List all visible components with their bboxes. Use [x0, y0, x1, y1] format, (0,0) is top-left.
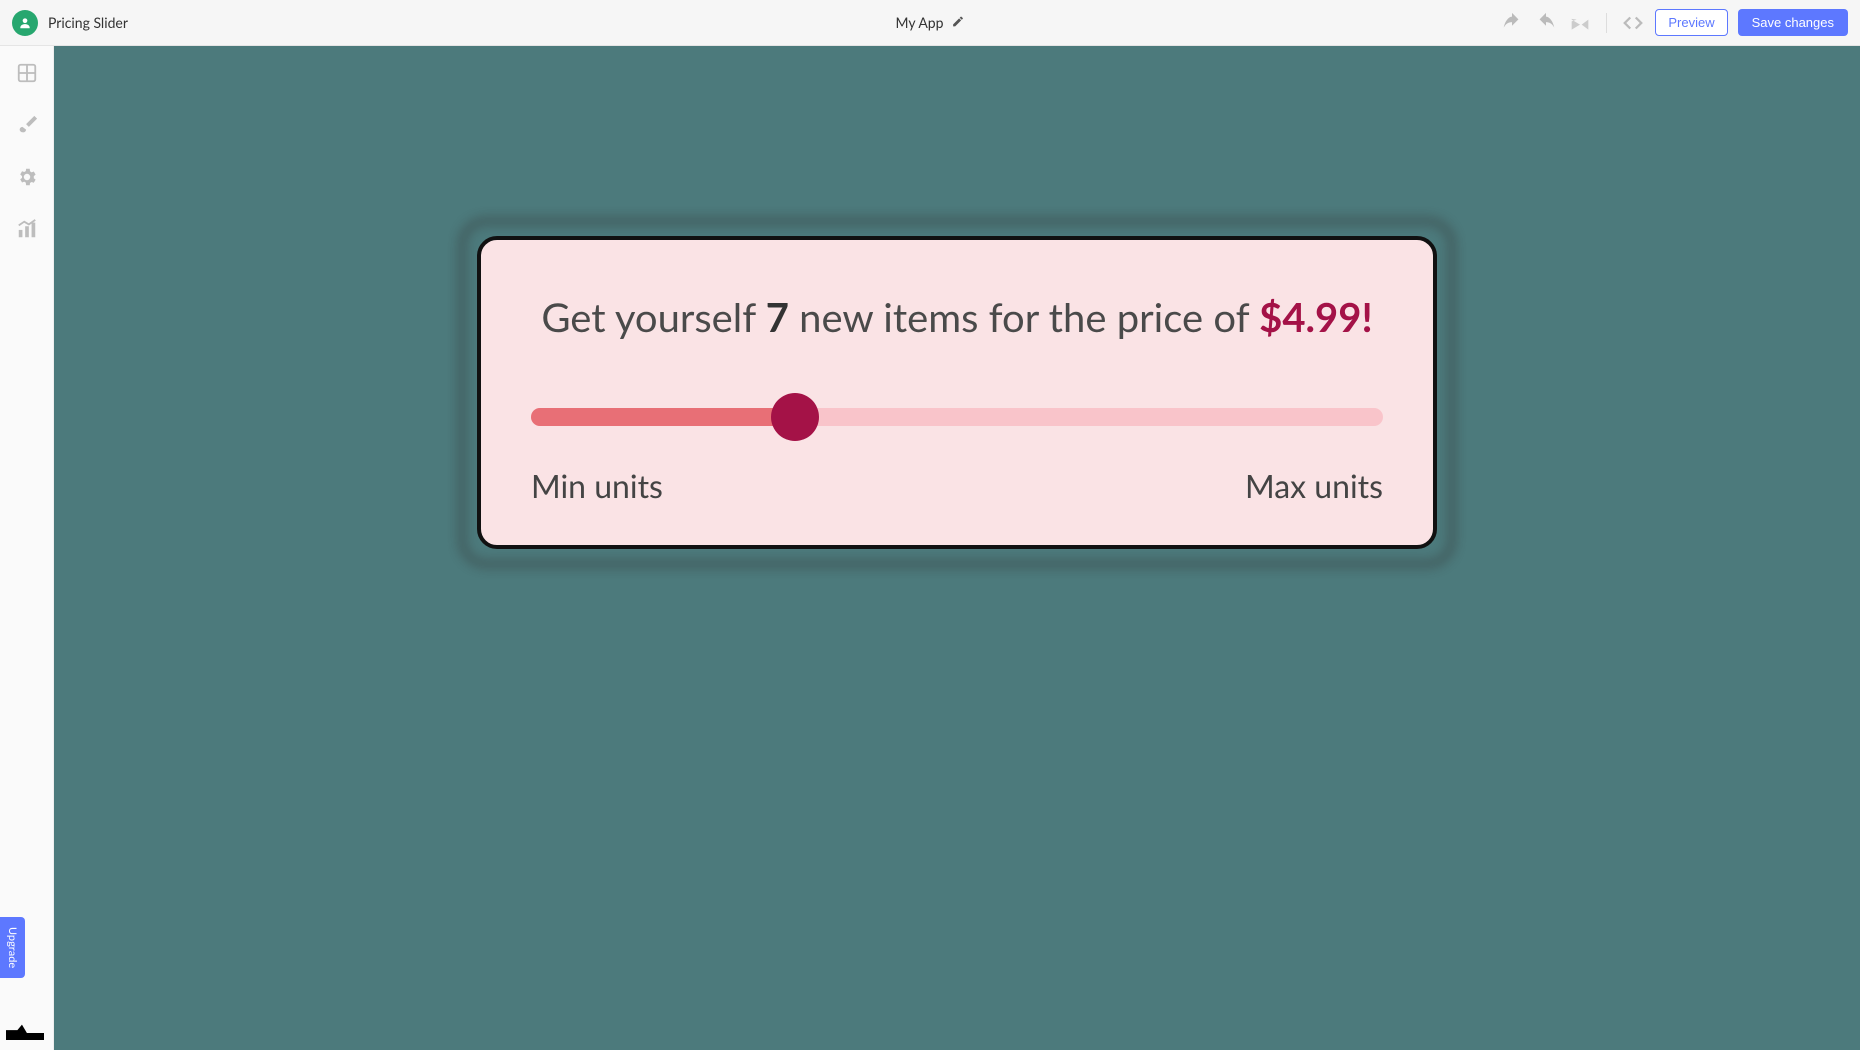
redo-icon[interactable] [1534, 11, 1558, 35]
gear-icon[interactable] [14, 164, 40, 190]
app-title: My App [896, 14, 944, 31]
code-icon[interactable] [1621, 11, 1645, 35]
separator [1606, 13, 1607, 33]
grid-icon[interactable] [14, 60, 40, 86]
project-name: Pricing Slider [48, 14, 128, 31]
pricing-card[interactable]: Get yourself 7 new items for the price o… [477, 236, 1437, 549]
canvas[interactable]: Get yourself 7 new items for the price o… [54, 46, 1860, 1050]
headline-text-mid: new items for the price of [789, 293, 1259, 341]
pricing-card-selection: Get yourself 7 new items for the price o… [477, 236, 1437, 549]
undo-icon[interactable] [1500, 11, 1524, 35]
max-units-label: Max units [1245, 466, 1383, 505]
upgrade-button[interactable]: Upgrade [0, 917, 25, 978]
headline-text-before: Get yourself [541, 293, 765, 341]
item-count: 7 [766, 293, 789, 341]
units-slider[interactable] [531, 394, 1383, 440]
avatar-icon [18, 16, 32, 30]
header-actions: Preview Save changes [1500, 9, 1848, 36]
brush-icon[interactable] [14, 112, 40, 138]
user-avatar[interactable] [12, 10, 38, 36]
edit-title-icon[interactable] [951, 14, 964, 31]
save-button[interactable]: Save changes [1738, 9, 1848, 36]
price-value: $4.99! [1259, 293, 1373, 341]
chart-icon[interactable] [14, 216, 40, 242]
build-icon[interactable] [1568, 11, 1592, 35]
slider-track-fill [531, 408, 795, 426]
app-header: Pricing Slider My App Preview Save chang… [0, 0, 1860, 46]
platform-logo-icon [6, 1018, 44, 1040]
left-sidebar: Upgrade [0, 46, 54, 1050]
slider-labels: Min units Max units [531, 466, 1383, 505]
pricing-headline: Get yourself 7 new items for the price o… [531, 288, 1383, 346]
min-units-label: Min units [531, 466, 663, 505]
app-title-group: My App [896, 14, 965, 31]
header-left: Pricing Slider [12, 10, 128, 36]
slider-thumb[interactable] [771, 393, 819, 441]
preview-button[interactable]: Preview [1655, 9, 1727, 36]
